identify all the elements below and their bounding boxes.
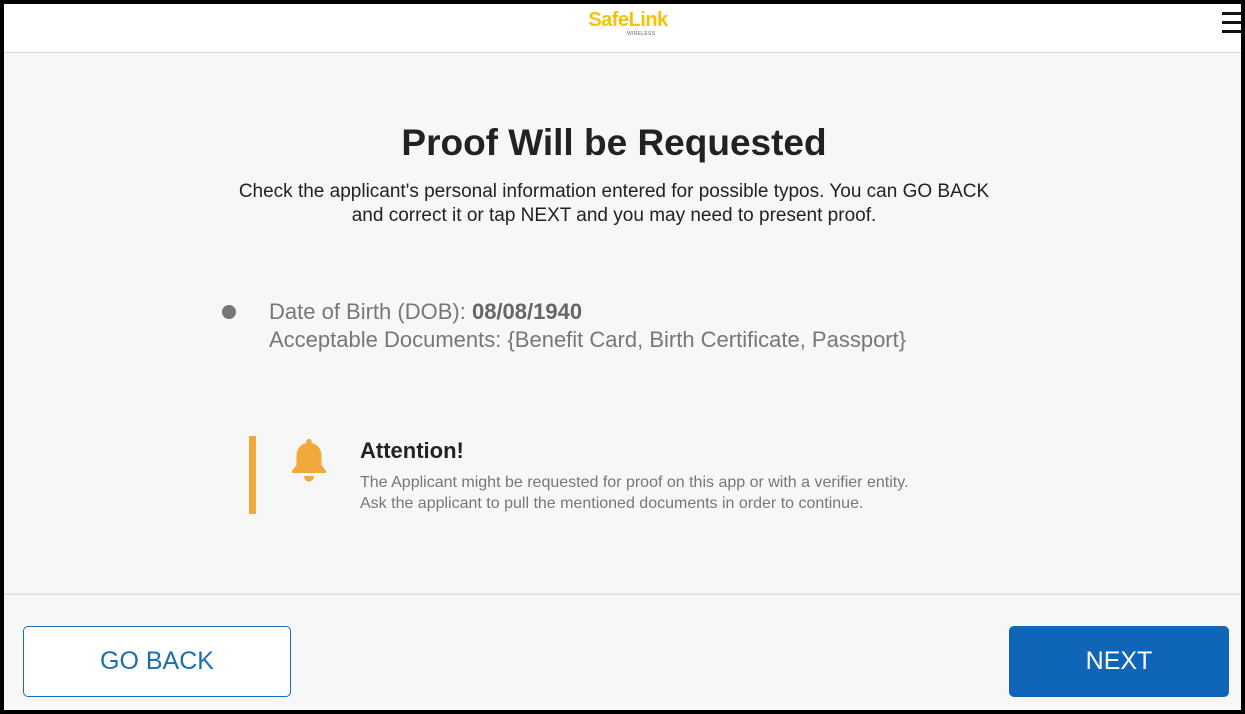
acceptable-documents: Acceptable Documents: {Benefit Card, Bir… — [269, 327, 907, 352]
logo-subtext: WIRELESS — [627, 31, 656, 37]
alert-line-1: The Applicant might be requested for pro… — [360, 474, 909, 491]
bullet-icon — [222, 305, 236, 319]
go-back-button[interactable]: GO BACK — [23, 626, 291, 697]
app-frame: SafeLink WIRELESS Proof Will be Requeste… — [4, 4, 1241, 710]
top-header: SafeLink WIRELESS — [4, 4, 1241, 53]
alert-title: Attention! — [360, 438, 464, 463]
footer-bar: GO BACK NEXT — [4, 594, 1241, 710]
dob-field: Date of Birth (DOB): 08/08/1940 — [269, 298, 582, 326]
safelink-logo: SafeLink WIRELESS — [578, 9, 678, 41]
hamburger-menu-icon[interactable] — [1222, 10, 1241, 36]
alert-accent-bar — [249, 436, 256, 514]
alert-message: The Applicant might be requested for pro… — [360, 472, 1060, 514]
next-button[interactable]: NEXT — [1009, 626, 1229, 697]
dob-label: Date of Birth (DOB): — [269, 299, 472, 324]
page-description: Check the applicant's personal informati… — [238, 181, 990, 226]
logo-text: SafeLink — [588, 9, 668, 31]
alert-line-2: Ask the applicant to pull the mentioned … — [360, 495, 864, 512]
dob-value: 08/08/1940 — [471, 299, 583, 324]
page-title: Proof Will be Requested — [401, 122, 827, 163]
bell-icon — [287, 436, 331, 484]
